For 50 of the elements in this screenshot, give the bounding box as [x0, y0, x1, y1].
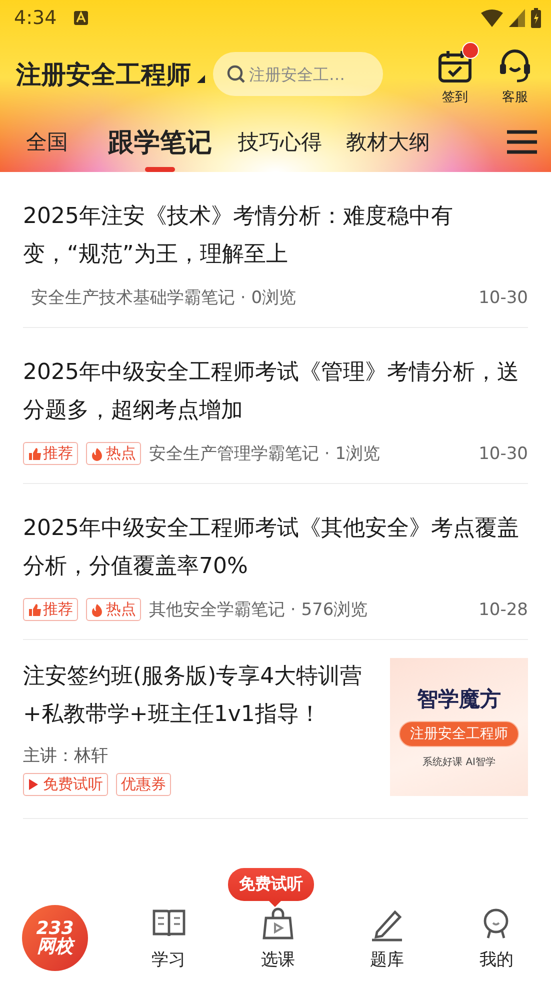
- promo-bubble[interactable]: 免费试听: [228, 868, 314, 901]
- battery-icon: [531, 8, 541, 28]
- service-button[interactable]: 客服: [491, 42, 539, 106]
- bubble-pointer-icon: [268, 900, 282, 907]
- cover-title: 智学魔方: [417, 686, 501, 713]
- nav-tab[interactable]: 学习: [114, 906, 224, 970]
- course-title[interactable]: 注安签约班(服务版)专享4大特训营+私教带学+班主任1v1指导！: [23, 658, 378, 734]
- tag-label: 热点: [86, 442, 141, 465]
- article-title[interactable]: 2025年中级安全工程师考试《管理》考情分析，送分题多，超纲考点增加: [23, 354, 528, 430]
- category-tab[interactable]: 技巧心得: [238, 112, 322, 172]
- cover-subtitle: 系统好课 AI智学: [422, 756, 496, 769]
- calendar-check-icon: [437, 48, 473, 84]
- course-cover[interactable]: 智学魔方 注册安全工程师 系统好课 AI智学: [390, 658, 528, 796]
- tag-label: 热点: [86, 598, 141, 621]
- signal-icon: [509, 9, 525, 27]
- nav-tab[interactable]: 我的: [442, 906, 551, 970]
- cover-badge: 注册安全工程师: [399, 721, 519, 747]
- article-source: 安全生产技术基础学霸笔记 · 0浏览: [30, 287, 296, 309]
- article-source: 安全生产管理学霸笔记 · 1浏览: [149, 443, 380, 465]
- tag-label: 推荐: [23, 442, 78, 465]
- article-date: 10-30: [478, 288, 528, 308]
- search-icon: [227, 65, 245, 83]
- shopping-bag-icon: [260, 906, 296, 942]
- tag-label: 推荐: [23, 598, 78, 621]
- app-title[interactable]: 注册安全工程师: [16, 58, 191, 90]
- wifi-icon: [481, 9, 503, 27]
- flame-icon: [91, 446, 104, 460]
- category-tab[interactable]: 教材大纲: [346, 112, 430, 172]
- article-title[interactable]: 2025年注安《技术》考情分析：难度稳中有变，“规范”为王，理解至上: [23, 198, 528, 274]
- article-date: 10-28: [478, 600, 528, 620]
- thumbs-up-icon: [28, 446, 41, 460]
- category-tab[interactable]: 全国: [26, 112, 68, 172]
- search-field[interactable]: 注册安全工…: [213, 52, 383, 96]
- status-time: 4:34: [14, 7, 57, 29]
- nav-tab[interactable]: 选课: [223, 906, 332, 970]
- article-title[interactable]: 2025年中级安全工程师考试《其他安全》考点覆盖分析，分值覆盖率70%: [23, 510, 528, 586]
- app-logo[interactable]: 233 网校: [22, 905, 88, 971]
- nav-tab[interactable]: 题库: [332, 906, 442, 970]
- free-trial-button[interactable]: 免费试听: [23, 773, 108, 796]
- category-tab[interactable]: 跟学笔记: [108, 112, 212, 172]
- flame-icon: [91, 602, 104, 616]
- caret-icon[interactable]: [197, 75, 205, 83]
- coupon-button[interactable]: 优惠券: [116, 773, 171, 796]
- thumbs-up-icon: [28, 602, 41, 616]
- article-source: 其他安全学霸笔记 · 576浏览: [149, 599, 368, 621]
- menu-icon[interactable]: [507, 129, 537, 155]
- article-date: 10-30: [478, 444, 528, 464]
- course-teacher: 主讲：林轩: [23, 745, 109, 767]
- checkin-button[interactable]: 签到: [431, 42, 479, 106]
- headset-icon: [497, 48, 533, 84]
